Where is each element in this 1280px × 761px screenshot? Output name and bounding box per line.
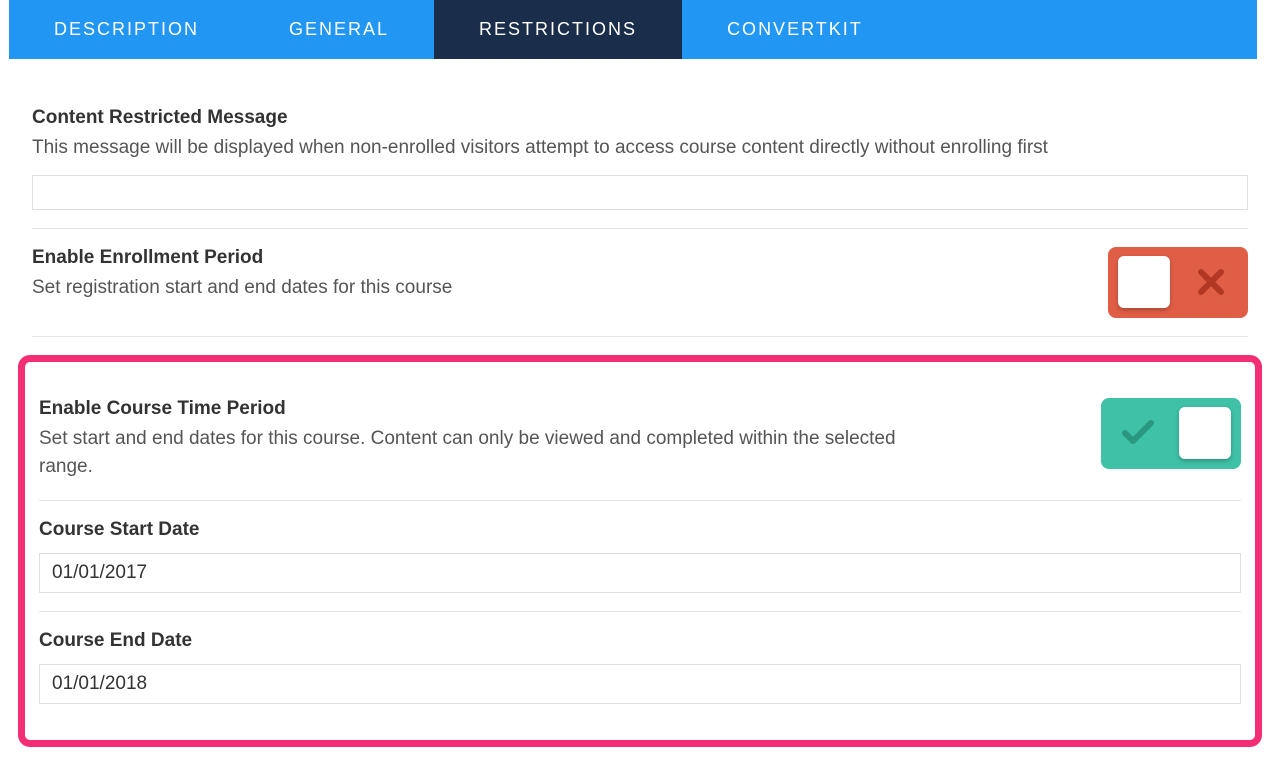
highlight-time-period: Enable Course Time Period Set start and … xyxy=(18,355,1262,747)
section-enrollment-period: Enable Enrollment Period Set registratio… xyxy=(32,247,1248,337)
section-start-date: Course Start Date xyxy=(39,519,1241,612)
enrollment-period-toggle[interactable] xyxy=(1108,247,1248,318)
tab-panel-restrictions: Content Restricted Message This message … xyxy=(8,59,1272,747)
restricted-message-input[interactable] xyxy=(32,175,1248,210)
start-date-title: Course Start Date xyxy=(39,519,1241,541)
restricted-message-title: Content Restricted Message xyxy=(32,107,1248,129)
x-icon xyxy=(1184,267,1238,297)
restricted-message-desc: This message will be displayed when non-… xyxy=(32,134,1248,163)
section-end-date: Course End Date xyxy=(39,630,1241,722)
end-date-title: Course End Date xyxy=(39,630,1241,652)
tab-description[interactable]: DESCRIPTION xyxy=(9,0,244,59)
check-icon xyxy=(1111,419,1165,447)
section-restricted-message: Content Restricted Message This message … xyxy=(32,107,1248,229)
section-course-time-period: Enable Course Time Period Set start and … xyxy=(39,398,1241,501)
course-time-period-desc: Set start and end dates for this course.… xyxy=(39,425,909,482)
course-time-period-title: Enable Course Time Period xyxy=(39,398,909,420)
enrollment-period-desc: Set registration start and end dates for… xyxy=(32,274,1068,303)
tab-bar: DESCRIPTION GENERAL RESTRICTIONS CONVERT… xyxy=(9,0,1257,59)
enrollment-period-title: Enable Enrollment Period xyxy=(32,247,1068,269)
tab-general[interactable]: GENERAL xyxy=(244,0,434,59)
toggle-knob xyxy=(1118,256,1170,308)
tab-restrictions[interactable]: RESTRICTIONS xyxy=(434,0,682,59)
start-date-input[interactable] xyxy=(39,553,1241,593)
tab-convertkit[interactable]: CONVERTKIT xyxy=(682,0,908,59)
course-time-period-toggle[interactable] xyxy=(1101,398,1241,469)
toggle-knob xyxy=(1179,407,1231,459)
end-date-input[interactable] xyxy=(39,664,1241,704)
